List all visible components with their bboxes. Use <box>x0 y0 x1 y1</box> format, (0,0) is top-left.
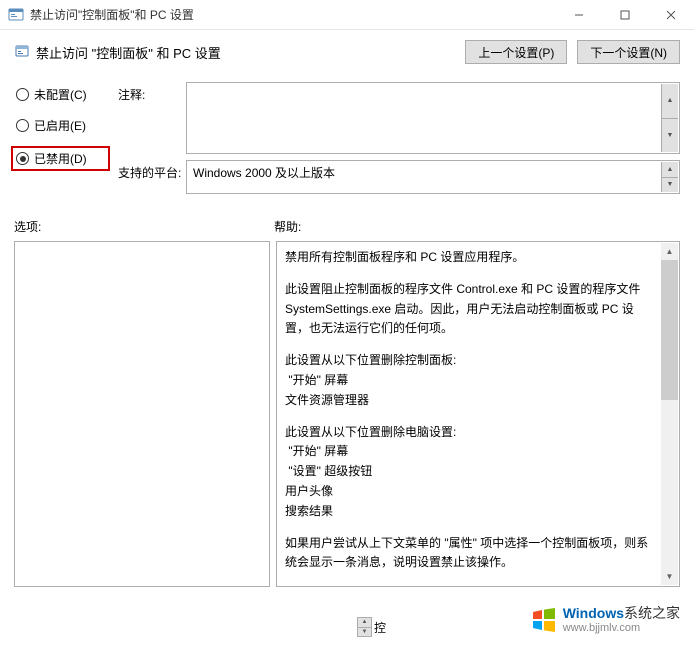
spinner-down-button[interactable]: ▼ <box>358 628 371 637</box>
help-p: 此设置从以下位置删除电脑设置: "开始" 屏幕 "设置" 超级按钮 用户头像 搜… <box>285 423 653 522</box>
window-title: 禁止访问"控制面板"和 PC 设置 <box>30 6 556 23</box>
options-pane <box>14 241 270 587</box>
platform-box: Windows 2000 及以上版本 ▲ ▼ <box>186 160 680 194</box>
help-text: 禁用所有控制面板程序和 PC 设置应用程序。 此设置阻止控制面板的程序文件 Co… <box>285 248 671 573</box>
help-label: 帮助: <box>274 218 680 235</box>
radio-icon <box>16 88 29 101</box>
platform-spinner: ▲ ▼ <box>661 162 678 192</box>
radio-label: 未配置(C) <box>34 86 87 103</box>
header: 禁止访问 "控制面板" 和 PC 设置 上一个设置(P) 下一个设置(N) <box>0 30 694 82</box>
radio-label: 已禁用(D) <box>34 150 87 167</box>
spinner-down-button[interactable]: ▼ <box>661 119 678 153</box>
policy-icon <box>14 44 30 60</box>
help-pane: 禁用所有控制面板程序和 PC 设置应用程序。 此设置阻止控制面板的程序文件 Co… <box>276 241 680 587</box>
footer-label: 控 <box>374 619 386 636</box>
comment-spinner: ▲ ▼ <box>661 84 678 152</box>
minimize-button[interactable] <box>556 0 602 30</box>
panes: 禁用所有控制面板程序和 PC 设置应用程序。 此设置阻止控制面板的程序文件 Co… <box>0 239 694 597</box>
scroll-down-button[interactable]: ▼ <box>661 568 678 585</box>
scroll-track[interactable] <box>661 400 678 568</box>
options-label: 选项: <box>14 218 274 235</box>
watermark-url: www.bjjmlv.com <box>563 622 680 635</box>
platform-label: 支持的平台: <box>118 160 186 181</box>
help-p: 禁用所有控制面板程序和 PC 设置应用程序。 <box>285 248 653 268</box>
policy-title: 禁止访问 "控制面板" 和 PC 设置 <box>36 43 221 62</box>
radio-group: 未配置(C) 已启用(E) 已禁用(D) <box>14 82 110 200</box>
config-area: 未配置(C) 已启用(E) 已禁用(D) 注释: ▲ ▼ 支持的平台: Wind… <box>0 82 694 200</box>
close-button[interactable] <box>648 0 694 30</box>
watermark-brand: Windows系统之家 <box>563 605 680 622</box>
radio-icon <box>16 119 29 132</box>
scroll-thumb[interactable] <box>661 260 678 400</box>
radio-enabled[interactable]: 已启用(E) <box>14 115 110 136</box>
pane-labels: 选项: 帮助: <box>0 200 694 239</box>
radio-not-configured[interactable]: 未配置(C) <box>14 84 110 105</box>
scroll-up-button[interactable]: ▲ <box>661 243 678 260</box>
spinner-up-button[interactable]: ▲ <box>358 618 371 628</box>
footer-spinner[interactable]: ▲ ▼ <box>357 617 372 637</box>
system-buttons <box>556 0 694 30</box>
scrollbar[interactable]: ▲ ▼ <box>661 243 678 585</box>
footer-control: ▲ ▼ 控 <box>357 617 386 637</box>
platform-value: Windows 2000 及以上版本 <box>193 164 335 181</box>
spinner-up-button[interactable]: ▲ <box>661 162 678 178</box>
radio-disabled[interactable]: 已禁用(D) <box>11 146 110 171</box>
titlebar: 禁止访问"控制面板"和 PC 设置 <box>0 0 694 30</box>
windows-logo-icon <box>529 606 557 634</box>
watermark: Windows系统之家 www.bjjmlv.com <box>525 603 684 637</box>
comment-label: 注释: <box>118 82 186 103</box>
radio-icon <box>16 152 29 165</box>
spinner-down-button[interactable]: ▼ <box>661 178 678 193</box>
maximize-button[interactable] <box>602 0 648 30</box>
help-p: 此设置从以下位置删除控制面板: "开始" 屏幕 文件资源管理器 <box>285 351 653 410</box>
next-setting-button[interactable]: 下一个设置(N) <box>577 40 680 64</box>
comment-input[interactable]: ▲ ▼ <box>186 82 680 154</box>
help-p: 如果用户尝试从上下文菜单的 "属性" 项中选择一个控制面板项，则系统会显示一条消… <box>285 534 653 574</box>
spinner-up-button[interactable]: ▲ <box>661 84 678 119</box>
prev-setting-button[interactable]: 上一个设置(P) <box>465 40 567 64</box>
help-p: 此设置阻止控制面板的程序文件 Control.exe 和 PC 设置的程序文件 … <box>285 280 653 339</box>
app-icon <box>8 7 24 23</box>
radio-label: 已启用(E) <box>34 117 86 134</box>
